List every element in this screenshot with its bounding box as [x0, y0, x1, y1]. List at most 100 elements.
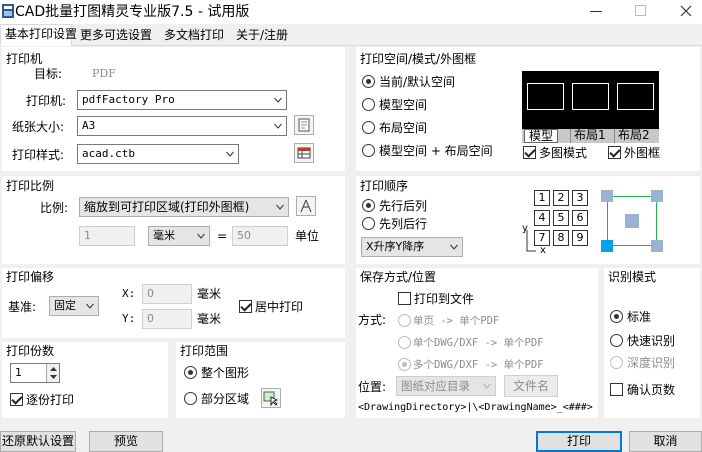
- base-select[interactable]: 固定: [49, 296, 99, 316]
- method-single-page-radio[interactable]: [398, 314, 411, 327]
- space-model-layout-label: 模型空间 + 布局空间: [379, 144, 493, 158]
- offset-x-unit: 毫米: [197, 287, 222, 301]
- grid-cell-9: 9: [572, 230, 588, 246]
- scale-pick-button[interactable]: [296, 196, 316, 216]
- tab-more-settings[interactable]: 更多可选设置: [76, 26, 156, 46]
- method-multi-dwg-label: 多个DWG/DXF -> 单个PDF: [413, 359, 544, 371]
- chevron-down-icon: [274, 97, 282, 103]
- scale-value1-input[interactable]: 1: [79, 226, 135, 246]
- grid-cell-2: 2: [553, 190, 569, 206]
- range-whole-radio[interactable]: [184, 366, 197, 379]
- frame-center: [625, 214, 639, 228]
- print-style-select[interactable]: acad.ctb: [77, 144, 239, 164]
- grid-cell-7: 7: [534, 230, 550, 246]
- range-partial-radio[interactable]: [184, 392, 197, 405]
- recognition-fast-radio[interactable]: [610, 334, 623, 347]
- sort-order-select[interactable]: X升序Y降序: [361, 237, 463, 257]
- pick-area-button[interactable]: [261, 388, 281, 408]
- space-layout-label: 布局空间: [379, 121, 428, 135]
- method-multi-dwg-radio[interactable]: [398, 358, 411, 371]
- print-button[interactable]: 打印: [536, 431, 622, 452]
- offset-x-input[interactable]: 0: [142, 284, 192, 304]
- path-pattern: <DrawingDirectory>|\<DrawingName>_<###>: [358, 402, 593, 413]
- center-print-label: 居中打印: [255, 300, 304, 314]
- copies-group-title: 打印份数: [6, 344, 55, 358]
- location-label: 位置:: [358, 380, 387, 394]
- space-current-radio[interactable]: [362, 75, 375, 88]
- tab-multi-document[interactable]: 多文档打印: [160, 26, 228, 46]
- paper-properties-button[interactable]: [294, 115, 314, 135]
- tab-basic-print-settings[interactable]: 基本打印设置: [0, 24, 77, 46]
- range-partial-label: 部分区域: [201, 392, 250, 406]
- grid-cell-1: 1: [534, 190, 550, 206]
- space-layout-radio[interactable]: [362, 121, 375, 134]
- ratio-select[interactable]: 缩放到可打印区域(打印外图框): [79, 197, 289, 217]
- order-row-first-radio[interactable]: [362, 199, 375, 212]
- spin-down-icon[interactable]: [50, 375, 57, 379]
- order-col-first-radio[interactable]: [362, 217, 375, 230]
- preview-button[interactable]: 预览: [89, 431, 163, 452]
- method-single-dwg-label: 单个DWG/DXF -> 单个PDF: [413, 337, 544, 349]
- style-table-icon: [297, 147, 311, 159]
- filename-button[interactable]: 文件名: [504, 375, 558, 397]
- maximize-icon[interactable]: [635, 5, 646, 16]
- preview-frame-2: [572, 83, 609, 110]
- offset-group-title: 打印偏移: [6, 270, 55, 284]
- paper-size-select[interactable]: A3: [77, 116, 287, 136]
- close-icon[interactable]: [680, 5, 692, 17]
- recognition-deep-radio[interactable]: [610, 356, 623, 369]
- equals-sign: =: [217, 229, 228, 243]
- axis-y-label: y: [522, 223, 528, 234]
- space-preview: [522, 71, 659, 129]
- multi-mode-checkbox[interactable]: [523, 146, 536, 159]
- chevron-down-icon: [274, 123, 282, 129]
- recognition-standard-radio[interactable]: [610, 310, 623, 323]
- grid-cell-4: 4: [534, 210, 550, 226]
- space-model-layout-radio[interactable]: [362, 144, 375, 157]
- recognition-mode-panel: 识别模式 标准 快速识别 深度识别 确认页数: [604, 268, 700, 418]
- print-to-file-checkbox[interactable]: [398, 292, 411, 305]
- paper-size-label: 纸张大小:: [12, 120, 65, 134]
- restore-defaults-button[interactable]: 还原默认设置: [0, 431, 76, 452]
- frame-corner-tr: [651, 190, 663, 202]
- print-space-panel: 打印空间/模式/外图框 当前/默认空间 模型空间 布局空间 模型空间 + 布局空…: [356, 47, 700, 171]
- tab-about-register[interactable]: 关于/注册: [232, 26, 292, 46]
- location-select[interactable]: 图纸对应目录: [396, 376, 496, 396]
- scale-group-title: 打印比例: [6, 179, 55, 193]
- space-model-radio[interactable]: [362, 98, 375, 111]
- chevron-down-icon: [86, 303, 94, 309]
- scale-unit-label: 单位: [295, 229, 320, 243]
- space-current-label: 当前/默认空间: [379, 75, 456, 89]
- scale-unit-select[interactable]: 毫米: [148, 226, 210, 246]
- target-value: PDF: [92, 67, 116, 80]
- confirm-pages-label: 确认页数: [627, 383, 676, 397]
- print-to-file-label: 打印到文件: [414, 292, 475, 306]
- copies-spinner[interactable]: [46, 364, 59, 382]
- grid-cell-3: 3: [572, 190, 588, 206]
- chevron-down-icon: [197, 233, 205, 239]
- app-logo-icon: [2, 4, 14, 18]
- target-label: 目标:: [34, 67, 63, 81]
- confirm-pages-checkbox[interactable]: [610, 383, 623, 396]
- offset-y-input[interactable]: 0: [142, 309, 192, 329]
- offset-x-label: X:: [122, 287, 136, 300]
- order-col-first-label: 先列后行: [379, 217, 428, 231]
- printer-panel: 打印机 目标: PDF 打印机: pdfFactory Pro 纸张大小: A3…: [2, 47, 345, 171]
- grid-cell-6: 6: [572, 210, 588, 226]
- offset-y-unit: 毫米: [197, 312, 222, 326]
- printer-select[interactable]: pdfFactory Pro: [77, 90, 287, 110]
- cancel-button[interactable]: 取消: [629, 431, 702, 452]
- grid-cell-8: 8: [553, 230, 569, 246]
- print-order-panel: 打印顺序 先行后列 先列后行 X升序Y降序 1 2 3 4 5 6 7 8 9 …: [356, 176, 700, 264]
- minimize-icon[interactable]: [590, 11, 602, 13]
- edit-print-style-button[interactable]: [294, 143, 314, 163]
- collate-checkbox[interactable]: [10, 393, 23, 406]
- frame-corner-tl: [601, 190, 613, 202]
- method-single-dwg-radio[interactable]: [398, 336, 411, 349]
- window-title: CAD批量打图精灵专业版7.5 - 试用版: [15, 4, 250, 20]
- center-print-checkbox[interactable]: [239, 300, 252, 313]
- multi-mode-label: 多图模式: [539, 146, 588, 160]
- scale-value2-input[interactable]: 50: [232, 226, 288, 246]
- spin-up-icon[interactable]: [50, 367, 57, 371]
- outer-frame-checkbox[interactable]: [608, 146, 621, 159]
